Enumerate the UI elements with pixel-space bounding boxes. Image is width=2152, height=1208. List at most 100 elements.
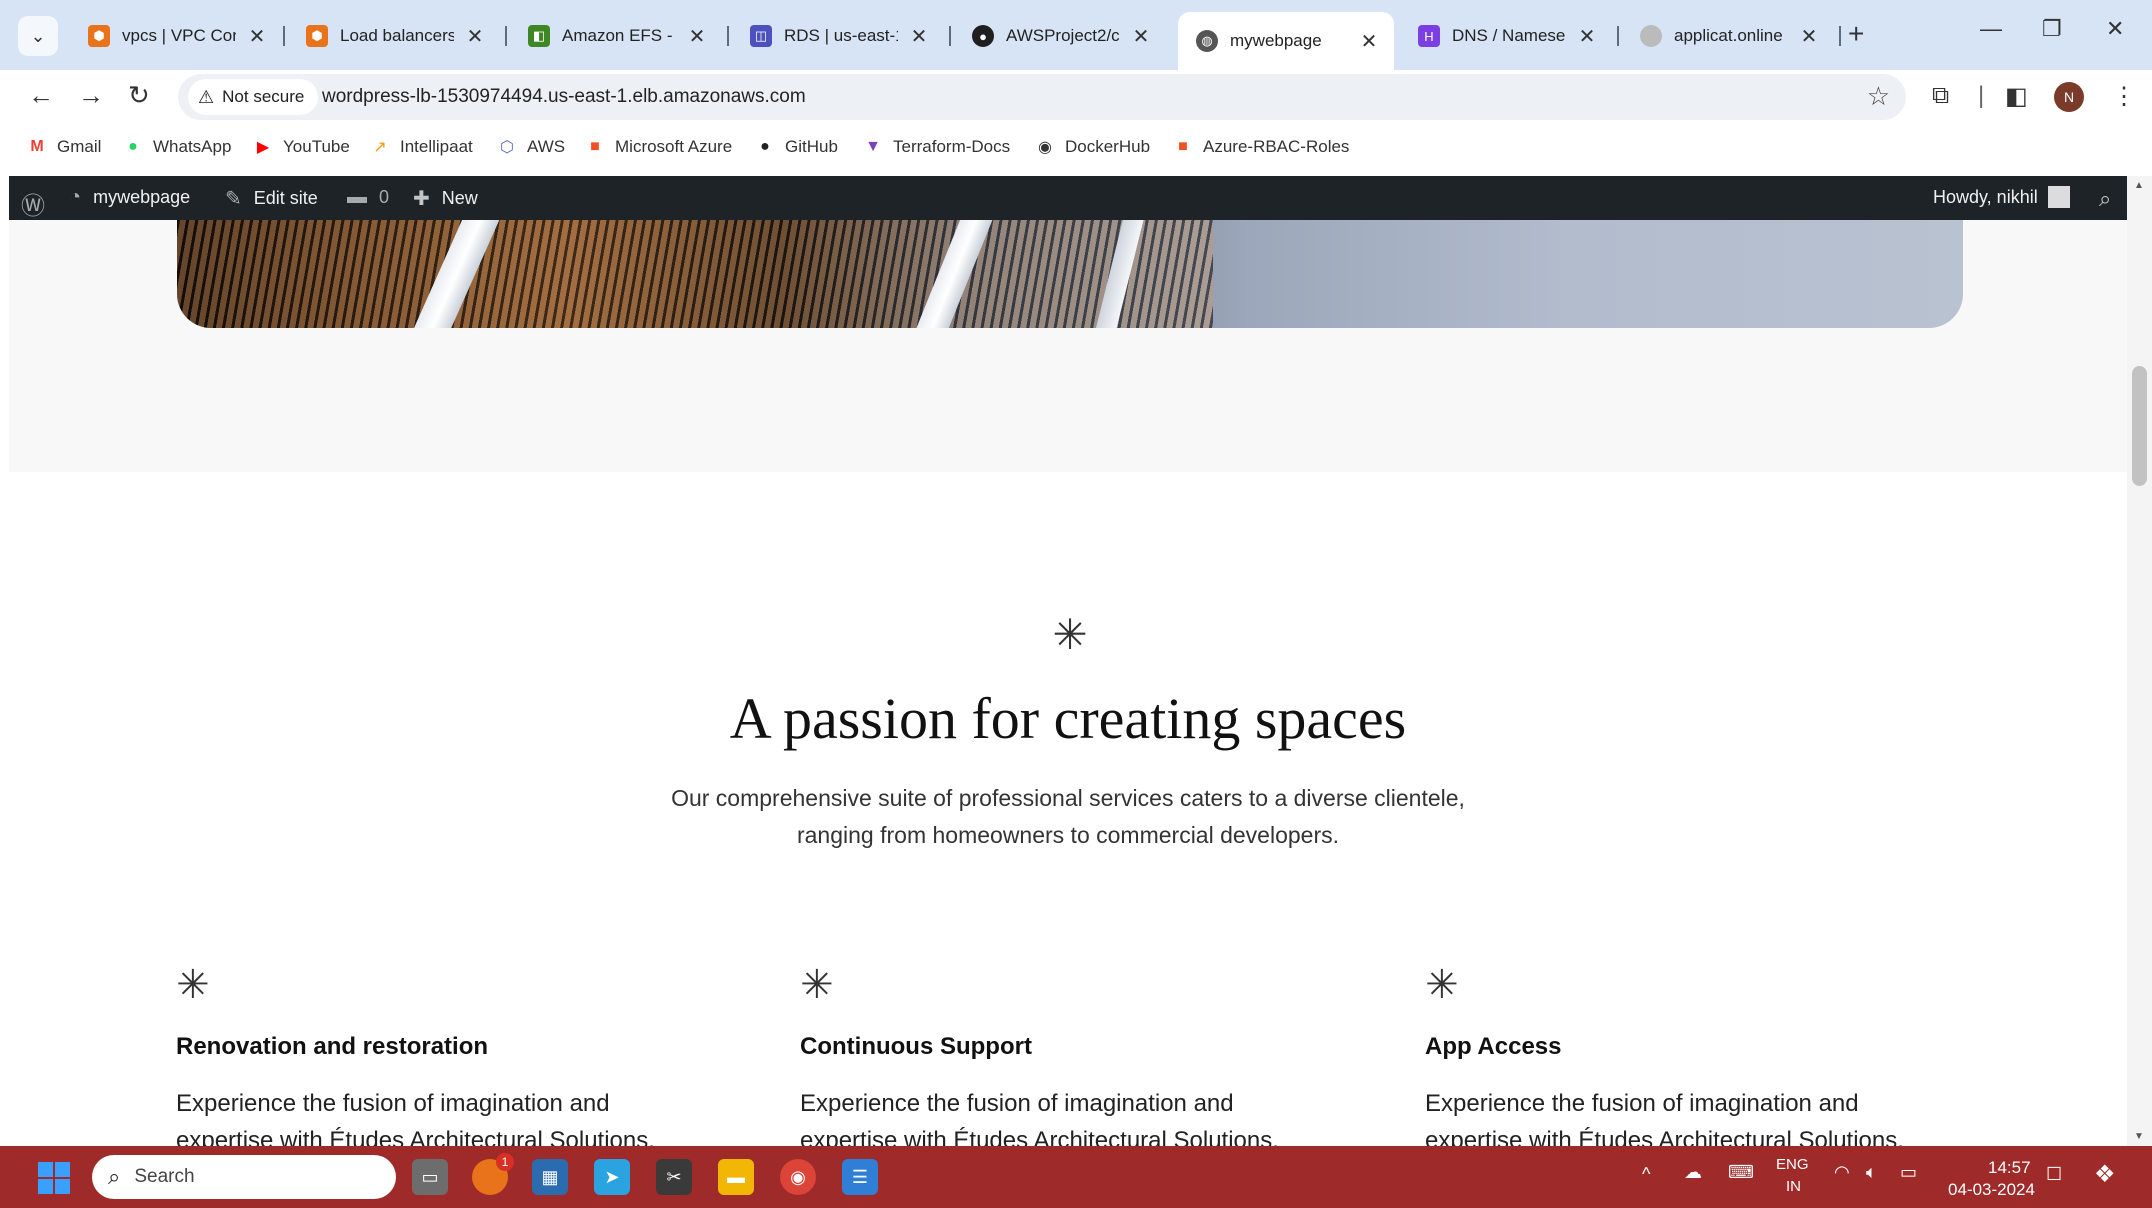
admin-search-button[interactable]: ⌕ [2099,186,2111,212]
minimize-icon[interactable]: — [1980,16,2002,42]
snipping-tool-icon[interactable]: ✂ [656,1159,692,1195]
close-icon[interactable]: ✕ [908,24,930,49]
bookmark-whatsapp[interactable]: ● WhatsApp [122,136,231,158]
extensions-icon[interactable]: ⧉ [1932,82,1949,110]
security-chip[interactable]: ⚠ Not secure [188,79,319,115]
bookmark-label: Terraform-Docs [893,137,1011,156]
clock-date[interactable]: 04-03-2024 [1948,1180,2035,1200]
file-explorer-icon[interactable]: ▬ [718,1159,754,1195]
bookmark-terraform-docs[interactable]: ▼ Terraform-Docs [862,136,1010,158]
battery-icon[interactable]: ▭ [1900,1162,1917,1183]
tab-applicat-online[interactable]: applicat.online ✕ [1622,14,1834,58]
notifications-icon[interactable]: ☐ [2046,1164,2062,1185]
tab-awsproject2[interactable]: ● AWSProject2/cm ✕ [954,14,1166,58]
close-icon[interactable]: ✕ [1358,29,1380,54]
bookmark-youtube[interactable]: ▶ YouTube [252,136,350,158]
bookmark-dockerhub[interactable]: ◉ DockerHub [1034,136,1150,158]
close-icon[interactable]: ✕ [464,24,486,49]
chrome-icon[interactable]: ◉ [780,1159,816,1195]
hero-section [9,220,2127,472]
language-indicator[interactable]: ENG [1776,1156,1809,1173]
feature-app-access: ✳ App Access Experience the fusion of im… [1425,965,1985,1146]
admin-site-name-link[interactable]: ◔ mywebpage [69,186,190,209]
onedrive-icon[interactable]: ☁ [1684,1162,1702,1183]
close-icon[interactable]: ✕ [246,24,268,49]
bookmark-gmail[interactable]: M Gmail [26,136,101,158]
bookmark-microsoft-azure[interactable]: ■ Microsoft Azure [584,136,732,158]
url-text[interactable]: wordpress-lb-1530974494.us-east-1.elb.am… [322,86,806,108]
keyboard-icon[interactable]: ⌨ [1728,1162,1754,1183]
wordpress-logo-button[interactable]: Ⓦ [21,186,45,221]
address-bar[interactable]: ⚠ Not secure wordpress-lb-1530974494.us-… [178,74,1906,120]
tab-load-balancers[interactable]: ⬢ Load balancers | ✕ [288,14,500,58]
tab-separator [727,26,729,46]
notification-badge: 1 [496,1153,514,1171]
clock-time[interactable]: 14:57 [1988,1158,2031,1178]
new-label: New [441,188,478,208]
close-icon[interactable]: ✕ [686,24,708,49]
edit-site-label: Edit site [253,188,318,208]
close-icon[interactable]: ✕ [1576,24,1598,49]
volume-icon[interactable]: 🔈︎ [1866,1162,1877,1183]
reload-icon[interactable]: ↻ [128,80,150,111]
store-icon[interactable]: ▦ [532,1159,568,1195]
back-icon[interactable]: ← [28,80,54,111]
copilot-icon[interactable]: ❖ [2094,1160,2116,1189]
tab-separator [505,26,507,46]
scroll-up-icon[interactable]: ▲ [2134,180,2144,191]
restore-icon[interactable]: ❐ [2042,16,2062,42]
scroll-down-icon[interactable]: ▼ [2134,1131,2144,1142]
tab-title: applicat.online [1674,26,1783,45]
security-label: Not secure [222,87,305,106]
notepad-icon[interactable]: ☰ [842,1159,878,1195]
edit-site-link[interactable]: ✎ Edit site [225,186,318,211]
bookmark-aws[interactable]: ⬡ AWS [496,136,565,158]
comments-link[interactable]: ▬ 0 [347,186,389,209]
start-button[interactable] [38,1162,70,1194]
tab-search-button[interactable]: ⌄ [18,16,58,56]
new-tab-button[interactable]: + [1848,18,1864,50]
tray-overflow-icon[interactable]: ^ [1642,1164,1650,1185]
bookmark-label: DockerHub [1065,137,1151,156]
bookmark-azure-rbac-roles[interactable]: ■ Azure-RBAC-Roles [1172,136,1349,158]
scrollbar-thumb[interactable] [2132,366,2147,486]
bookmark-github[interactable]: ● GitHub [754,136,838,158]
tab-rds[interactable]: ◫ RDS | us-east-1 ✕ [732,14,944,58]
bookmark-label: GitHub [785,137,838,156]
hero-image [177,220,1963,328]
tab-mywebpage[interactable]: ◍ mywebpage ✕ [1178,12,1394,70]
bookmark-star-icon[interactable]: ☆ [1867,81,1890,112]
feature-text: Experience the fusion of imagination and… [1425,1085,1985,1146]
app-orange-icon[interactable]: 1 [472,1153,514,1195]
asterisk-icon: ✳ [1052,610,1088,659]
tab-amazon-efs[interactable]: ◧ Amazon EFS - Fil ✕ [510,14,722,58]
taskbar-search[interactable]: ⌕ Search [92,1155,396,1199]
brush-icon: ✎ [225,188,242,210]
wifi-icon[interactable]: ◠ [1834,1162,1850,1183]
intellipaat-icon: ↗ [373,139,387,156]
telegram-icon[interactable]: ➤ [594,1159,630,1195]
feature-renovation: ✳ Renovation and restoration Experience … [176,965,736,1146]
page-scrollbar[interactable]: ▲ ▼ [2127,176,2152,1146]
tab-dns[interactable]: H DNS / Nameserv ✕ [1400,14,1612,58]
asterisk-icon: ✳ [1425,962,1459,1008]
bookmark-intellipaat[interactable]: ↗ Intellipaat [369,136,472,158]
tab-vpcs[interactable]: ⬢ vpcs | VPC Cons ✕ [70,14,282,58]
bookmark-label: Gmail [57,137,102,156]
profile-avatar[interactable]: N [2054,82,2084,112]
rds-favicon-icon: ◫ [750,25,772,47]
feature-title: App Access [1425,1033,1562,1060]
windows-logo-pane [38,1179,53,1194]
close-window-icon[interactable]: ✕ [2106,16,2124,42]
bookmark-label: Microsoft Azure [615,137,733,156]
windows-taskbar: ⌕ Search ▭ 1 ▦ ➤ ✂ ▬ ◉ ☰ ^ ☁ ⌨ ENG IN ◠ … [0,1146,2152,1208]
menu-kebab-icon[interactable]: ⋮ [2112,82,2136,111]
close-icon[interactable]: ✕ [1798,24,1820,49]
my-account-link[interactable]: Howdy, nikhil [1933,186,2070,208]
new-content-link[interactable]: ✚ New [413,186,478,211]
feature-text: Experience the fusion of imagination and… [176,1085,736,1146]
task-view-icon[interactable]: ▭ [412,1159,448,1195]
forward-icon[interactable]: → [78,80,104,111]
close-icon[interactable]: ✕ [1130,24,1152,49]
side-panel-icon[interactable]: ◧ [2005,82,2028,111]
